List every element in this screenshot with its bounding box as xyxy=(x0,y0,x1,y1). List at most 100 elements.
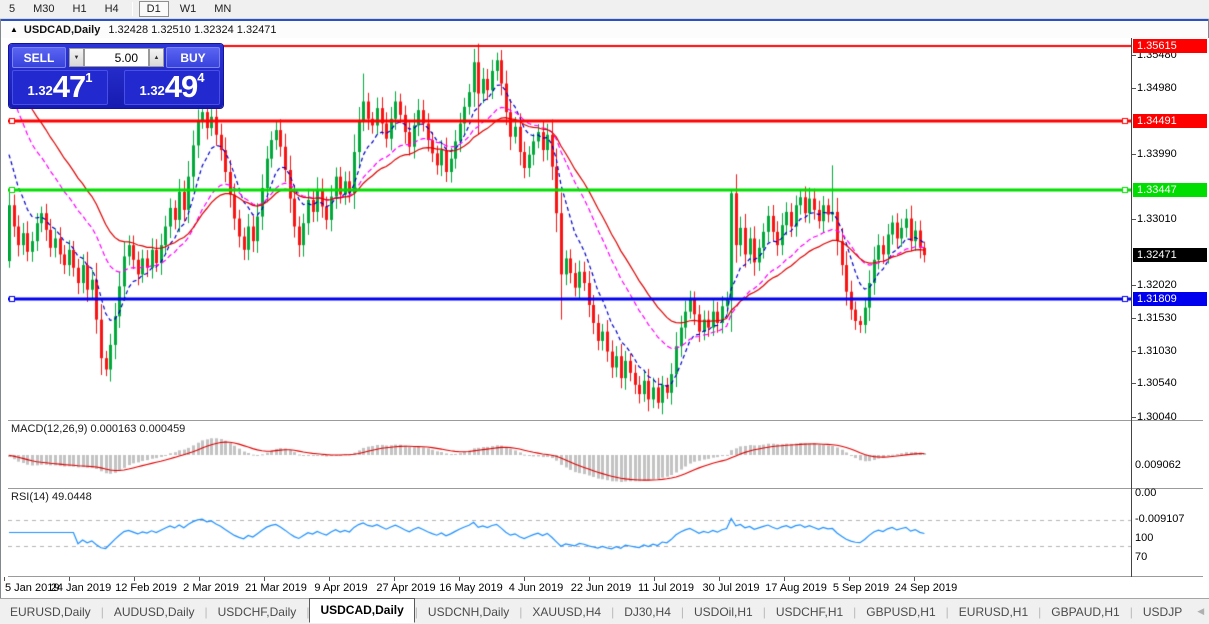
buy-button[interactable]: BUY xyxy=(166,47,220,68)
price-tick-mark xyxy=(1132,318,1136,319)
time-tick-label: 21 Mar 2019 xyxy=(245,582,307,594)
time-tick-label: 27 Apr 2019 xyxy=(376,582,435,594)
rsi-name: RSI(14) xyxy=(11,491,49,503)
chart-tab-eurusd-h1[interactable]: EURUSD,H1 xyxy=(949,602,1038,622)
volume-input[interactable] xyxy=(84,48,149,67)
sell-price-sup: 1 xyxy=(85,71,92,85)
time-tick-mark xyxy=(4,577,5,581)
time-tick-label: 2 Mar 2019 xyxy=(183,582,239,594)
time-tick-label: 12 Feb 2019 xyxy=(115,582,177,594)
timeframe-button-m30[interactable]: M30 xyxy=(26,2,61,16)
time-tick-mark xyxy=(524,577,525,581)
time-tick-label: 30 Jul 2019 xyxy=(703,582,760,594)
buy-price-display[interactable]: 1.32494 xyxy=(124,70,220,105)
price-chart-canvas[interactable] xyxy=(8,38,1131,577)
time-tick-mark xyxy=(719,577,720,581)
chart-tab-audusd-daily[interactable]: AUDUSD,Daily xyxy=(104,602,205,622)
volume-increase-button[interactable]: ▲ xyxy=(149,48,164,67)
time-tick-label: 9 Apr 2019 xyxy=(314,582,367,594)
price-tick-label: 1.33990 xyxy=(1137,148,1177,160)
timeframe-button-5[interactable]: 5 xyxy=(2,2,22,16)
price-tick-label: 1.30540 xyxy=(1137,377,1177,389)
time-tick-label: 4 Jun 2019 xyxy=(509,582,563,594)
caret-up-icon: ▲ xyxy=(154,55,160,61)
macd-axis-label: 0.00 xyxy=(1135,487,1156,499)
timeframe-button-mn[interactable]: MN xyxy=(207,2,238,16)
timeframe-button-h4[interactable]: H4 xyxy=(98,2,126,16)
chart-tab-usdchf-daily[interactable]: USDCHF,Daily xyxy=(208,602,307,622)
price-tick-label: 1.31030 xyxy=(1137,345,1177,357)
macd-indicator-label: MACD(12,26,9) 0.000163 0.000459 xyxy=(11,423,185,435)
chart-window: ▲ USDCAD,Daily 1.32428 1.32510 1.32324 1… xyxy=(0,19,1209,598)
time-tick-mark xyxy=(914,577,915,581)
sell-price-big: 47 xyxy=(53,72,85,102)
time-tick-mark xyxy=(199,577,200,581)
chart-tab-usdoil-h1[interactable]: USDOil,H1 xyxy=(684,602,763,622)
level-price-badge: 1.34491 xyxy=(1133,114,1207,128)
time-tick-label: 24 Jan 2019 xyxy=(51,582,112,594)
time-tick-mark xyxy=(459,577,460,581)
timeframe-button-d1[interactable]: D1 xyxy=(139,1,169,17)
time-tick-label: 24 Sep 2019 xyxy=(895,582,957,594)
caret-down-icon: ▼ xyxy=(74,55,80,61)
ohlc-readout: 1.32428 1.32510 1.32324 1.32471 xyxy=(108,24,276,36)
time-tick-mark xyxy=(654,577,655,581)
time-tick-label: 16 May 2019 xyxy=(439,582,503,594)
time-tick-mark xyxy=(394,577,395,581)
tab-scroll-buttons: ◀▶ xyxy=(1192,604,1209,619)
price-tick-label: 1.30040 xyxy=(1137,411,1177,423)
toolbar-separator xyxy=(132,2,133,16)
plot-region: MACD(12,26,9) 0.000163 0.000459 RSI(14) … xyxy=(1,38,1209,598)
macd-axis-label: 0.009062 xyxy=(1135,459,1181,471)
buy-price-big: 49 xyxy=(165,72,197,102)
chart-tab-gbpusd-h1[interactable]: GBPUSD,H1 xyxy=(856,602,945,622)
price-tick-mark xyxy=(1132,219,1136,220)
one-click-trade-panel: SELL ▼ ▲ BUY 1.32471 1.32494 xyxy=(9,44,223,108)
time-axis: 5 Jan 201924 Jan 201912 Feb 20192 Mar 20… xyxy=(1,577,1209,598)
price-tick-label: 1.34980 xyxy=(1137,82,1177,94)
level-price-badge: 1.35615 xyxy=(1133,39,1207,53)
main-macd-divider[interactable] xyxy=(8,420,1203,421)
tab-scroll-left-icon[interactable]: ◀ xyxy=(1192,604,1209,619)
price-axis-separator xyxy=(1131,38,1132,577)
timeframe-toolbar: 5 M30 H1 H4 D1 W1MN xyxy=(0,0,1209,19)
chart-tab-usdchf-h1[interactable]: USDCHF,H1 xyxy=(766,602,853,622)
buy-price-sup: 4 xyxy=(197,71,204,85)
chart-tab-xauusd-h4[interactable]: XAUUSD,H4 xyxy=(522,602,611,622)
sell-price-small: 1.32 xyxy=(27,80,52,102)
price-tick-mark xyxy=(1132,55,1136,56)
macd-rsi-divider[interactable] xyxy=(8,488,1203,489)
time-tick-mark xyxy=(264,577,265,581)
chart-tab-gbpaud-h1[interactable]: GBPAUD,H1 xyxy=(1041,602,1129,622)
volume-decrease-button[interactable]: ▼ xyxy=(69,48,84,67)
chart-tab-usdcnh-daily[interactable]: USDCNH,Daily xyxy=(418,602,519,622)
rsi-indicator-label: RSI(14) 49.0448 xyxy=(11,491,92,503)
time-tick-label: 11 Jul 2019 xyxy=(638,582,694,594)
price-tick-mark xyxy=(1132,154,1136,155)
sell-button[interactable]: SELL xyxy=(12,47,66,68)
chart-title-row: ▲ USDCAD,Daily 1.32428 1.32510 1.32324 1… xyxy=(1,21,1208,38)
rsi-axis-label: 100 xyxy=(1135,532,1153,544)
price-tick-mark xyxy=(1132,285,1136,286)
price-tick-label: 1.33010 xyxy=(1137,213,1177,225)
collapse-triangle-icon[interactable]: ▲ xyxy=(10,25,18,34)
chart-tab-usdjp[interactable]: USDJP xyxy=(1133,602,1192,622)
buy-price-small: 1.32 xyxy=(139,80,164,102)
mt4-terminal: 5 M30 H1 H4 D1 W1MN ▲ USDCAD,Daily 1.32428 1.… xyxy=(0,0,1209,624)
time-tick-mark xyxy=(69,577,70,581)
sell-price-display[interactable]: 1.32471 xyxy=(12,70,108,105)
macd-name: MACD(12,26,9) xyxy=(11,423,87,435)
price-tick-label: 1.31530 xyxy=(1137,312,1177,324)
time-tick-mark xyxy=(589,577,590,581)
time-tick-mark xyxy=(784,577,785,581)
timeframe-button-w1[interactable]: W1 xyxy=(173,2,204,16)
current-price-badge: 1.32471 xyxy=(1133,248,1207,262)
time-tick-mark xyxy=(329,577,330,581)
price-tick-mark xyxy=(1132,351,1136,352)
chart-tab-usdcad-daily[interactable]: USDCAD,Daily xyxy=(309,598,414,623)
timeframe-button-h1[interactable]: H1 xyxy=(66,2,94,16)
chart-tab-eurusd-daily[interactable]: EURUSD,Daily xyxy=(0,602,101,622)
chart-symbol-title: USDCAD,Daily xyxy=(24,24,100,36)
chart-tab-dj30-h4[interactable]: DJ30,H4 xyxy=(614,602,681,622)
level-price-badge: 1.31809 xyxy=(1133,292,1207,306)
